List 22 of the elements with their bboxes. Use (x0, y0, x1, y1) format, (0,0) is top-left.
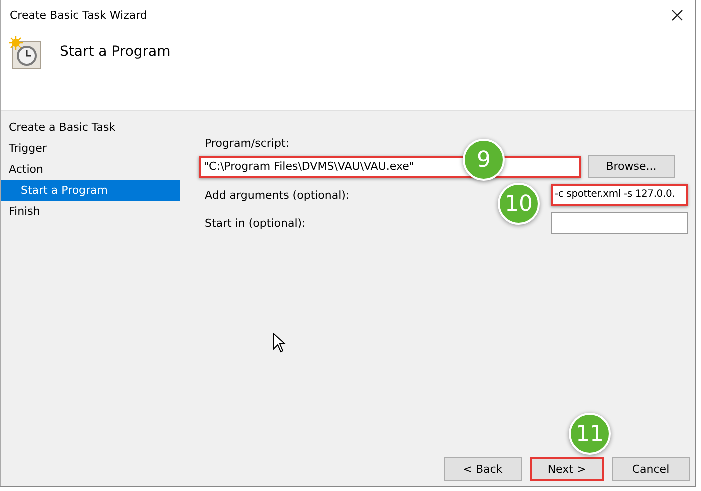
browse-button[interactable]: Browse... (588, 155, 675, 178)
field-label: Start in (optional): (205, 216, 306, 230)
field-label: Program/script: (205, 137, 290, 150)
wizard-button[interactable]: Cancel (612, 457, 690, 481)
step-item[interactable]: Finish (1, 201, 180, 222)
input-field[interactable]: -c spotter.xml -s 127.0.0. (551, 184, 688, 206)
window-title: Create Basic Task Wizard (10, 8, 148, 22)
callout-badge: 11 (569, 413, 611, 455)
step-item[interactable]: Trigger (1, 138, 180, 159)
page-title: Start a Program (60, 44, 171, 60)
input-field[interactable] (551, 212, 688, 234)
callout-badge: 10 (498, 183, 540, 225)
wizard-button[interactable]: < Back (444, 457, 522, 481)
clock-icon (8, 36, 42, 70)
close-icon[interactable] (672, 10, 683, 20)
step-item[interactable]: Create a Basic Task (1, 117, 180, 138)
wizard-button[interactable]: Next > (530, 457, 604, 481)
cursor-icon (273, 333, 286, 353)
step-item[interactable]: Action (1, 159, 180, 180)
field-label: Add arguments (optional): (205, 188, 350, 202)
step-item[interactable]: Start a Program (1, 180, 180, 201)
callout-badge: 9 (463, 139, 505, 181)
